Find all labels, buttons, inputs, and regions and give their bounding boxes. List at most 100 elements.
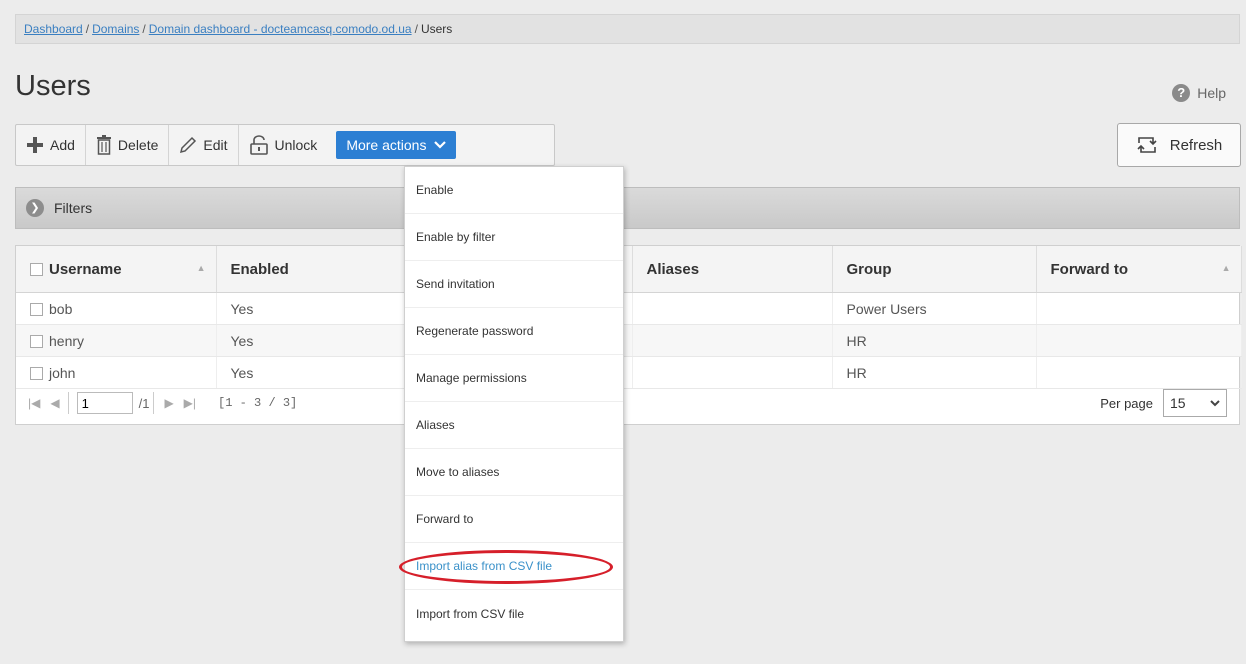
row-checkbox[interactable]: [30, 303, 43, 317]
row-checkbox[interactable]: [30, 367, 43, 381]
menu-item-label: Enable by filter: [416, 230, 496, 244]
chevron-down-icon: [434, 141, 447, 149]
cell-forward-to: [1036, 324, 1242, 357]
plus-icon: [27, 137, 43, 153]
chevron-right-circle-icon: ❯: [26, 199, 44, 217]
per-page-label: Per page: [1100, 395, 1153, 411]
column-header-label: Aliases: [646, 260, 700, 278]
breadcrumb: Dashboard / Domains / Domain dashboard - doc…: [15, 14, 1240, 44]
unlock-button[interactable]: Unlock: [239, 125, 328, 165]
menu-item-label: Regenerate password: [416, 324, 534, 338]
sort-icon: ▲: [1221, 263, 1231, 273]
cell-group: HR: [832, 324, 1037, 357]
users-grid: Username ▲ Enabled Aliases Group Forward …: [15, 245, 1242, 425]
menu-item-label: Enable: [416, 183, 454, 197]
more-actions-label: More actions: [346, 137, 427, 153]
add-button[interactable]: Add: [16, 125, 86, 165]
menu-item-label: Aliases: [416, 418, 455, 432]
menu-item-enable[interactable]: Enable: [405, 167, 623, 214]
last-page-icon[interactable]: ▶|: [184, 396, 196, 410]
first-page-icon[interactable]: |◀: [28, 396, 40, 410]
menu-item-aliases[interactable]: Aliases: [405, 402, 623, 449]
column-header-forward-to[interactable]: Forward to ▲: [1036, 246, 1242, 293]
cell-group: Power Users: [832, 292, 1037, 325]
menu-item-move-to-aliases[interactable]: Move to aliases: [405, 449, 623, 496]
page-title: Users: [15, 70, 91, 102]
column-header-label: Group: [846, 260, 892, 278]
breadcrumb-separator: /: [85, 22, 90, 36]
per-page-control: Per page 15: [1100, 389, 1227, 417]
pager-divider: [153, 392, 155, 414]
per-page-value: 15: [1170, 395, 1186, 411]
column-header-label: Forward to: [1050, 260, 1129, 278]
menu-item-import-alias-from-csv[interactable]: Import alias from CSV file: [399, 543, 623, 590]
refresh-button[interactable]: Refresh: [1117, 123, 1241, 167]
edit-label: Edit: [203, 137, 228, 153]
pager-divider: [67, 392, 69, 414]
sort-icon: ▲: [196, 263, 206, 273]
users-toolbar: Add Delete Edit Unlock More actions: [15, 124, 555, 166]
breadcrumb-separator: /: [414, 22, 418, 36]
column-header-username[interactable]: Username ▲: [16, 246, 217, 293]
total-pages-label: /1: [138, 395, 150, 411]
column-header-group[interactable]: Group: [832, 246, 1037, 293]
help-link[interactable]: ? Help: [1172, 84, 1226, 102]
table-row[interactable]: bob Yes Power Users: [16, 292, 1242, 325]
menu-item-label: Send invitation: [416, 277, 495, 291]
menu-item-label: Import from CSV file: [416, 606, 525, 621]
username-value: henry: [49, 332, 85, 349]
menu-item-manage-permissions[interactable]: Manage permissions: [405, 355, 623, 402]
next-page-icon[interactable]: ▶: [164, 396, 173, 410]
menu-item-label: Manage permissions: [416, 371, 527, 385]
cell-forward-to: [1036, 292, 1242, 325]
row-checkbox[interactable]: [30, 335, 43, 349]
more-actions-button[interactable]: More actions: [336, 131, 457, 159]
unlock-icon: [249, 135, 268, 155]
users-table: Username ▲ Enabled Aliases Group Forward …: [16, 246, 1242, 389]
menu-item-import-from-csv[interactable]: Import from CSV file: [405, 590, 623, 637]
page-number-input[interactable]: [76, 392, 133, 414]
select-all-checkbox[interactable]: [30, 263, 43, 277]
chevron-down-icon: [1210, 399, 1220, 406]
breadcrumb-separator: /: [142, 22, 146, 36]
range-label: [1 - 3 / 3]: [218, 396, 298, 410]
refresh-label: Refresh: [1169, 136, 1223, 154]
help-label: Help: [1197, 85, 1226, 101]
unlock-label: Unlock: [274, 137, 318, 153]
pencil-icon: [180, 136, 197, 154]
column-header-aliases[interactable]: Aliases: [632, 246, 833, 293]
username-value: bob: [49, 300, 73, 317]
filters-panel-toggle[interactable]: ❯ Filters: [15, 187, 1240, 229]
cell-aliases: [632, 324, 833, 357]
prev-page-icon[interactable]: ◀: [50, 396, 59, 410]
per-page-select[interactable]: 15: [1163, 389, 1227, 417]
column-header-label: Enabled: [230, 260, 289, 278]
cell-username: bob: [16, 292, 217, 325]
breadcrumb-domains-link[interactable]: Domains: [92, 22, 139, 36]
username-value: john: [49, 364, 76, 381]
breadcrumb-domain-dashboard-link[interactable]: Domain dashboard - docteamcasq.comodo.od…: [149, 22, 412, 36]
menu-item-label: Import alias from CSV file: [416, 559, 553, 573]
menu-item-send-invitation[interactable]: Send invitation: [405, 261, 623, 308]
table-row[interactable]: henry Yes HR: [16, 324, 1242, 357]
cell-username: henry: [16, 324, 217, 357]
menu-item-forward-to[interactable]: Forward to: [405, 496, 623, 543]
edit-button[interactable]: Edit: [169, 125, 239, 165]
menu-item-label: Forward to: [416, 512, 474, 526]
refresh-icon: [1137, 137, 1157, 153]
breadcrumb-dashboard-link[interactable]: Dashboard: [24, 22, 83, 36]
delete-button[interactable]: Delete: [86, 125, 170, 165]
table-header-row: Username ▲ Enabled Aliases Group Forward …: [16, 246, 1242, 293]
column-header-label: Username: [49, 260, 122, 278]
delete-label: Delete: [117, 137, 159, 153]
filters-label: Filters: [54, 200, 93, 216]
add-label: Add: [50, 137, 75, 153]
menu-item-regenerate-password[interactable]: Regenerate password: [405, 308, 623, 355]
cell-aliases: [632, 292, 833, 325]
trash-icon: [96, 135, 111, 155]
more-actions-menu: Enable Enable by filter Send invitation …: [399, 166, 624, 642]
menu-item-enable-by-filter[interactable]: Enable by filter: [405, 214, 623, 261]
menu-item-label: Move to aliases: [416, 465, 500, 479]
help-icon: ?: [1172, 84, 1191, 102]
breadcrumb-current: Users: [420, 22, 453, 36]
